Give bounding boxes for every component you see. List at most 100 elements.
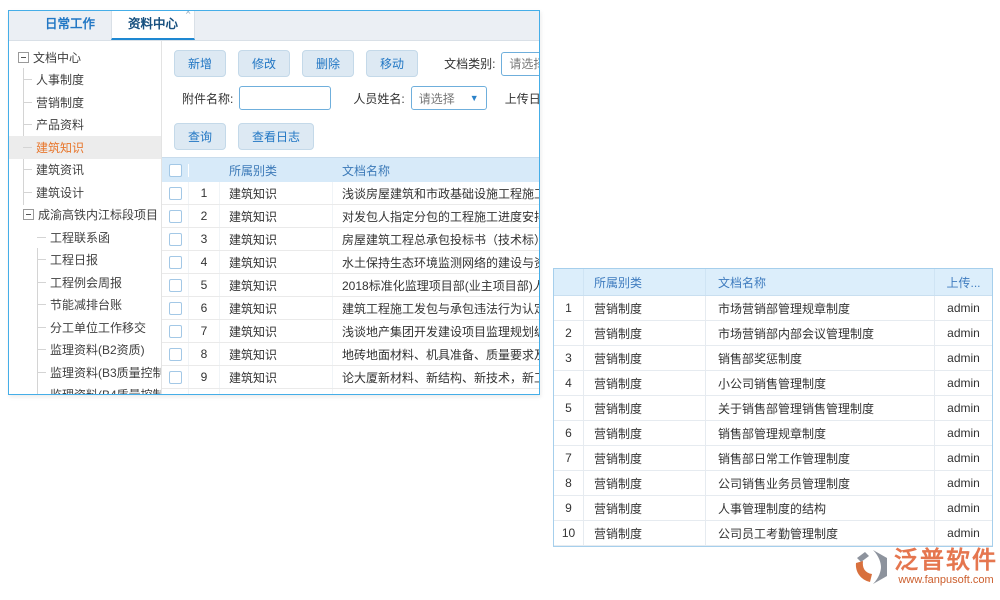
delete-button[interactable]: 删除 (302, 50, 354, 77)
tree-node-project-item[interactable]: 工程联系函 (9, 226, 161, 249)
collapse-icon[interactable] (23, 209, 34, 220)
table-row[interactable]: 6 建筑知识 建筑工程施工发包与承包违法行为认定... (162, 297, 539, 320)
person-name-select[interactable]: 请选择 ▼ (411, 86, 487, 110)
row-doc-name[interactable]: 人事管理制度的结构 (706, 496, 935, 520)
move-button[interactable]: 移动 (366, 50, 418, 77)
tree-node-label: 工程联系函 (50, 229, 110, 246)
tree-connector (23, 79, 32, 80)
tree-node-project[interactable]: 成渝高铁内江标段项目 (9, 204, 161, 227)
tree-node-hr-policy[interactable]: 人事制度 (9, 69, 161, 92)
table-row[interactable]: 1 营销制度 市场营销部管理规章制度 admin (554, 296, 992, 321)
row-category: 建筑知识 (220, 274, 333, 296)
table-row[interactable]: 1 建筑知识 浅谈房屋建筑和市政基础设施工程施工... (162, 182, 539, 205)
tree-node-project-item[interactable]: 节能减排台账 (9, 294, 161, 317)
tree-node-construction-news[interactable]: 建筑资讯 (9, 159, 161, 182)
right-table-header: 所属别类 文档名称 上传... (554, 269, 992, 296)
row-doc-name[interactable]: 地砖地面材料、机具准备、质量要求及... (333, 346, 539, 363)
tree-node-construction-knowledge[interactable]: 建筑知识 (9, 136, 161, 159)
row-checkbox[interactable] (169, 279, 182, 292)
row-category: 营销制度 (584, 521, 706, 545)
row-doc-name[interactable]: 论大厦新材料、新结构、新技术，新工... (333, 369, 539, 386)
query-button[interactable]: 查询 (174, 123, 226, 150)
document-table: 所属别类 文档名称 1 建筑知识 浅谈房屋建筑和市政基础设施工程施工... (162, 157, 539, 394)
tree-node-project-item[interactable]: 分工单位工作移交 (9, 316, 161, 339)
row-doc-name[interactable]: 浅谈房屋建筑和市政基础设施工程施工... (333, 185, 539, 202)
row-index: 7 (189, 320, 220, 342)
table-row[interactable]: 7 营销制度 销售部日常工作管理制度 admin (554, 446, 992, 471)
row-uploader: admin (935, 301, 992, 315)
row-doc-name[interactable]: 小公司销售管理制度 (706, 371, 935, 395)
row-checkbox[interactable] (169, 302, 182, 315)
tree-node-construction-design[interactable]: 建筑设计 (9, 181, 161, 204)
table-row[interactable]: 8 建筑知识 地砖地面材料、机具准备、质量要求及... (162, 343, 539, 366)
table-row[interactable]: 4 建筑知识 水土保持生态环境监测网络的建设与资... (162, 251, 539, 274)
row-doc-name[interactable]: 公司员工考勤管理制度 (706, 521, 935, 545)
table-row[interactable]: 8 营销制度 公司销售业务员管理制度 admin (554, 471, 992, 496)
row-doc-name[interactable]: 房屋建筑工程总承包投标书（技术标）... (333, 231, 539, 248)
row-doc-name[interactable]: 销售部奖惩制度 (706, 346, 935, 370)
brand-website: www.fanpusoft.com (898, 574, 993, 587)
tree-node-product-data[interactable]: 产品资料 (9, 114, 161, 137)
table-row[interactable]: 2 营销制度 市场营销部内部会议管理制度 admin (554, 321, 992, 346)
row-category: 营销制度 (584, 471, 706, 495)
tree-node-project-item[interactable]: 监理资料(B3质量控制) (9, 361, 161, 384)
tree-node-project-item[interactable]: 监理资料(B4质量控制) (9, 384, 161, 395)
select-all-checkbox[interactable] (169, 164, 182, 177)
row-doc-name[interactable]: 对发包人指定分包的工程施工进度安排... (333, 208, 539, 225)
row-category: 营销制度 (584, 321, 706, 345)
row-checkbox[interactable] (169, 187, 182, 200)
row-doc-name[interactable]: 大厦地下室加气砼墙砌筑工程的施工方... (333, 392, 539, 395)
row-checkbox[interactable] (169, 210, 182, 223)
table-row[interactable]: 6 营销制度 销售部管理规章制度 admin (554, 421, 992, 446)
row-category: 营销制度 (584, 446, 706, 470)
row-doc-name[interactable]: 销售部日常工作管理制度 (706, 446, 935, 470)
table-row[interactable]: 9 建筑知识 论大厦新材料、新结构、新技术，新工... (162, 366, 539, 389)
tree-node-document-center[interactable]: 文档中心 (9, 46, 161, 69)
tree-node-project-item[interactable]: 监理资料(B2资质) (9, 339, 161, 362)
collapse-icon[interactable] (18, 52, 29, 63)
edit-button[interactable]: 修改 (238, 50, 290, 77)
row-doc-name[interactable]: 关于销售部管理销售管理制度 (706, 396, 935, 420)
row-checkbox[interactable] (169, 348, 182, 361)
row-doc-name[interactable]: 浅谈地产集团开发建设项目监理规划编... (333, 323, 539, 340)
row-doc-name[interactable]: 市场营销部内部会议管理制度 (706, 321, 935, 345)
row-category: 建筑知识 (220, 297, 333, 319)
table-row[interactable]: 7 建筑知识 浅谈地产集团开发建设项目监理规划编... (162, 320, 539, 343)
table-row[interactable]: 3 营销制度 销售部奖惩制度 admin (554, 346, 992, 371)
tab-daily-work[interactable]: 日常工作 (29, 10, 111, 40)
table-row[interactable]: 4 营销制度 小公司销售管理制度 admin (554, 371, 992, 396)
tab-data-center[interactable]: 资料中心 × (111, 10, 195, 40)
row-doc-name[interactable]: 销售部管理规章制度 (706, 421, 935, 445)
tab-data-center-label: 资料中心 (128, 17, 178, 31)
row-doc-name[interactable]: 水土保持生态环境监测网络的建设与资... (333, 254, 539, 271)
tree-node-project-item[interactable]: 工程日报 (9, 249, 161, 272)
row-checkbox[interactable] (169, 325, 182, 338)
tree-node-project-item[interactable]: 工程例会周报 (9, 271, 161, 294)
row-checkbox[interactable] (169, 394, 182, 395)
table-row[interactable]: 2 建筑知识 对发包人指定分包的工程施工进度安排... (162, 205, 539, 228)
row-checkbox[interactable] (169, 233, 182, 246)
row-uploader: admin (935, 351, 992, 365)
table-row[interactable]: 3 建筑知识 房屋建筑工程总承包投标书（技术标）... (162, 228, 539, 251)
row-category: 建筑知识 (220, 366, 333, 388)
row-doc-name[interactable]: 2018标准化监理项目部(业主项目部)人员... (333, 277, 539, 294)
row-checkbox[interactable] (169, 256, 182, 269)
table-row[interactable]: 10 建筑知识 大厦地下室加气砼墙砌筑工程的施工方... (162, 389, 539, 394)
add-button[interactable]: 新增 (174, 50, 226, 77)
table-row[interactable]: 9 营销制度 人事管理制度的结构 admin (554, 496, 992, 521)
document-table-header: 所属别类 文档名称 (162, 158, 539, 182)
table-row[interactable]: 5 营销制度 关于销售部管理销售管理制度 admin (554, 396, 992, 421)
tab-close-icon[interactable]: × (185, 10, 191, 18)
row-checkbox[interactable] (169, 371, 182, 384)
view-log-button[interactable]: 查看日志 (238, 123, 314, 150)
tree-node-marketing-policy[interactable]: 营销制度 (9, 91, 161, 114)
table-row[interactable]: 10 营销制度 公司员工考勤管理制度 admin (554, 521, 992, 546)
attachment-name-input[interactable] (239, 86, 331, 110)
row-doc-name[interactable]: 市场营销部管理规章制度 (706, 296, 935, 320)
tree-connector (37, 282, 46, 283)
doc-category-select[interactable]: 请选择 ▼ (501, 52, 539, 76)
row-doc-name[interactable]: 建筑工程施工发包与承包违法行为认定... (333, 300, 539, 317)
table-row[interactable]: 5 建筑知识 2018标准化监理项目部(业主项目部)人员... (162, 274, 539, 297)
row-category: 建筑知识 (220, 205, 333, 227)
row-doc-name[interactable]: 公司销售业务员管理制度 (706, 471, 935, 495)
